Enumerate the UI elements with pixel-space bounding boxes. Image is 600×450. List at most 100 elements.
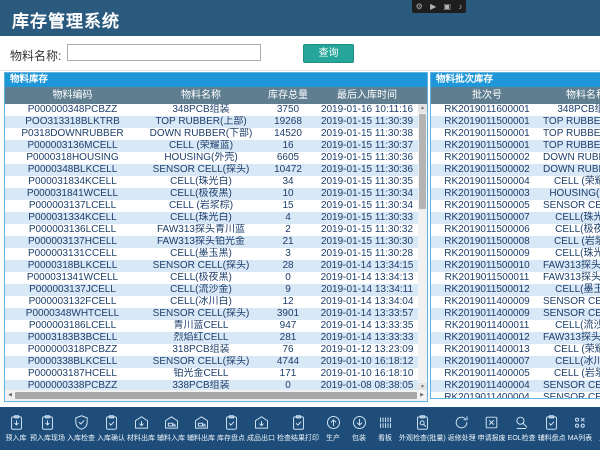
batch-number-cell: RK2019011600001 — [431, 104, 543, 116]
table-row[interactable]: RK2019011500002 DOWN RUBBER(下部) — [431, 164, 600, 176]
toolbar-item[interactable]: 产品 — [594, 414, 600, 443]
vertical-scrollbar-thumb[interactable] — [419, 114, 426, 209]
toolbar-item[interactable]: 检查结果打印 — [277, 414, 319, 443]
material-name-cell: SENSOR CELL(探头) — [140, 164, 262, 176]
table-row[interactable]: P000003136LCELL FAW313探头青川蓝 2 2019-01-15… — [5, 224, 427, 236]
table-row[interactable]: P000031334KCELL CELL(珠光白) 4 2019-01-15 1… — [5, 212, 427, 224]
table-row[interactable]: P000003137HCELL FAW313探头铂光金 21 2019-01-1… — [5, 236, 427, 248]
toolbar-item[interactable]: 申请报废 — [478, 414, 506, 443]
table-row[interactable]: RK2019011400011 CELL(流沙金) — [431, 320, 600, 332]
table-row[interactable]: RK2019011400004 SENSOR CELL(探头) — [431, 392, 600, 399]
table-row[interactable]: RK2019011500001 TOP RUBBER(上部) — [431, 140, 600, 152]
table-row[interactable]: P000003131CCELL CELL(墨玉黑) 3 2019-01-15 1… — [5, 248, 427, 260]
toolbar-item[interactable]: MA列表 — [568, 414, 593, 443]
clipboard-check-icon — [543, 414, 560, 431]
toolbar-item[interactable]: 成品出口 — [247, 414, 275, 443]
table-row[interactable]: RK2019011600001 348PCB组装 — [431, 104, 600, 116]
table-row[interactable]: RK2019011400012 FAW313探头铂光金 — [431, 332, 600, 344]
toolbar-item[interactable]: 返修处理 — [448, 414, 476, 443]
scroll-up-icon[interactable]: ▲ — [418, 104, 427, 113]
table-row[interactable]: RK2019011400007 CELL(冰川白) — [431, 356, 600, 368]
table-row[interactable]: RK2019011500005 SENSOR CELL(探头) — [431, 200, 600, 212]
column-header: 库存总量 — [262, 87, 314, 104]
table-row[interactable]: RK2019011500012 CELL(墨玉黑) — [431, 284, 600, 296]
table-row[interactable]: RK2019011500001 TOP RUBBER(上部) — [431, 116, 600, 128]
toolbar-item[interactable]: EOL检查 — [508, 414, 536, 443]
toolbar-item[interactable]: 包装 — [347, 414, 371, 443]
gear-icon[interactable]: ⚙ — [416, 3, 423, 11]
scroll-left-icon[interactable]: ◀ — [5, 390, 15, 401]
scroll-right-icon[interactable]: ▶ — [417, 390, 427, 401]
table-row[interactable]: P000003187HCELL 铂光金CELL 171 2019-01-10 1… — [5, 368, 427, 380]
toolbar-item[interactable]: 预入库 — [4, 414, 28, 443]
table-row[interactable]: RK2019011500008 CELL (岩浆棕) — [431, 236, 600, 248]
toolbar-item[interactable]: 辅料盘点 — [538, 414, 566, 443]
last-inbound-time-cell: 2019-01-14 13:34:04 — [314, 296, 420, 308]
material-code-cell: P0000348BLKCELL — [5, 164, 140, 176]
toolbar-item[interactable]: 入库检查 — [67, 414, 95, 443]
toolbar-item[interactable]: 辅料出库 — [187, 414, 215, 443]
table-row[interactable]: RK2019011500006 CELL(极夜黑) — [431, 224, 600, 236]
table-row[interactable]: P0000348BLKCELL SENSOR CELL(探头) 10472 20… — [5, 164, 427, 176]
toolbar-item[interactable]: 材料出库 — [127, 414, 155, 443]
toolbar-item[interactable]: 外观检查(批量) — [399, 414, 446, 443]
table-row[interactable]: RK2019011500004 CELL (荣耀蓝) — [431, 176, 600, 188]
table-row[interactable]: RK2019011400013 CELL (荣耀蓝) — [431, 344, 600, 356]
table-row[interactable]: RK2019011400005 CELL (岩浆棕) — [431, 368, 600, 380]
table-row[interactable]: P000003137LCELL CELL (岩浆棕) 15 2019-01-15… — [5, 200, 427, 212]
table-row[interactable]: RK2019011500010 FAW313探头青川蓝 — [431, 260, 600, 272]
table-row[interactable]: P0318DOWNRUBBER DOWN RUBBER(下部) 14520 20… — [5, 128, 427, 140]
table-row[interactable]: RK2019011500009 CELL(珠光白) — [431, 248, 600, 260]
table-row[interactable]: RK2019011400004 SENSOR CELL(探头) — [431, 380, 600, 392]
toolbar-item[interactable]: 库存盘点 — [217, 414, 245, 443]
batch-number-cell: RK2019011500005 — [431, 200, 543, 212]
last-inbound-time-cell: 2019-01-15 11:30:37 — [314, 140, 420, 152]
toolbar-item[interactable]: 辅料入库 — [157, 414, 185, 443]
table-row[interactable]: P0000318BLKCELL SENSOR CELL(探头) 28 2019-… — [5, 260, 427, 272]
horizontal-scrollbar-thumb[interactable] — [15, 392, 417, 399]
table-row[interactable]: P0003183B3BCELL 烈焰红CELL 281 2019-01-14 1… — [5, 332, 427, 344]
table-row[interactable]: POO313318BLKTRB TOP RUBBER(上部) 19268 201… — [5, 116, 427, 128]
table-row[interactable]: P000000348PCBZZ 348PCB组装 3750 2019-01-16… — [5, 104, 427, 116]
table-row[interactable]: P000031341WCELL CELL(极夜黑) 0 2019-01-14 1… — [5, 272, 427, 284]
toolbar-item[interactable]: 预入库现场 — [30, 414, 65, 443]
table-row[interactable]: P0000338BLKCELL SENSOR CELL(探头) 4744 201… — [5, 356, 427, 368]
query-button[interactable]: 查询 — [303, 44, 354, 63]
table-row[interactable]: P0000318HOUSING HOUSING(外壳) 6605 2019-01… — [5, 152, 427, 164]
table-row[interactable]: P000000318PCBZZ 318PCB组装 76 2019-01-12 1… — [5, 344, 427, 356]
clipboard-check-icon — [290, 414, 307, 431]
table-row[interactable]: RK2019011500007 CELL(珠光白) — [431, 212, 600, 224]
stock-total-cell: 281 — [262, 332, 314, 344]
table-row[interactable]: P000031834KCELL CELL(珠光白) 34 2019-01-15 … — [5, 176, 427, 188]
table-row[interactable]: P000003132FCELL CELL(冰川白) 12 2019-01-14 … — [5, 296, 427, 308]
table-row[interactable]: P0000348WHTCELL SENSOR CELL(探头) 3901 201… — [5, 308, 427, 320]
material-name-input[interactable] — [67, 44, 261, 61]
batch-number-cell: RK2019011400007 — [431, 356, 543, 368]
horizontal-scrollbar[interactable]: ◀ ▶ — [5, 390, 427, 401]
screenshot-icon[interactable]: ▣ — [443, 3, 451, 11]
toolbar-item[interactable]: 生产 — [321, 414, 345, 443]
material-name-cell: HOUSING(外壳) — [543, 188, 600, 200]
table-row[interactable]: RK2019011400009 SENSOR CELL(探头) — [431, 296, 600, 308]
speaker-icon[interactable]: ♪ — [458, 3, 462, 11]
table-row[interactable]: RK2019011500003 HOUSING(外壳) — [431, 188, 600, 200]
table-row[interactable]: RK2019011400009 SENSOR CELL(探头) — [431, 308, 600, 320]
table-row[interactable]: P000003137JCELL CELL(流沙金) 9 2019-01-14 1… — [5, 284, 427, 296]
play-icon[interactable]: ▶ — [430, 3, 436, 11]
material-code-cell: P000003137HCELL — [5, 236, 140, 248]
vertical-scrollbar[interactable]: ▲ ▼ — [418, 104, 427, 392]
last-inbound-time-cell: 2019-01-14 13:34:11 — [314, 284, 420, 296]
material-inventory-panel: 物料库存 物料编码物料名称库存总量最后入库时间 P000000348PCBZZ … — [4, 72, 428, 402]
batch-number-cell: RK2019011400005 — [431, 368, 543, 380]
table-row[interactable]: RK2019011500001 TOP RUBBER(上部) — [431, 128, 600, 140]
material-code-cell: P000031841WCELL — [5, 188, 140, 200]
table-row[interactable]: RK2019011500011 FAW313探头铂光金 — [431, 272, 600, 284]
table-row[interactable]: P000003186LCELL 青川蓝CELL 947 2019-01-14 1… — [5, 320, 427, 332]
table-row[interactable]: P000031841WCELL CELL(极夜黑) 10 2019-01-15 … — [5, 188, 427, 200]
toolbar-item-label: 材料出库 — [127, 433, 155, 443]
table-row[interactable]: RK2019011500002 DOWN RUBBER(下部) — [431, 152, 600, 164]
toolbar-item[interactable]: 入库确认 — [97, 414, 125, 443]
table-row[interactable]: P000003136MCELL CELL (荣耀蓝) 16 2019-01-15… — [5, 140, 427, 152]
toolbar-item[interactable]: 看板 — [373, 414, 397, 443]
batch-number-cell: RK2019011500008 — [431, 236, 543, 248]
